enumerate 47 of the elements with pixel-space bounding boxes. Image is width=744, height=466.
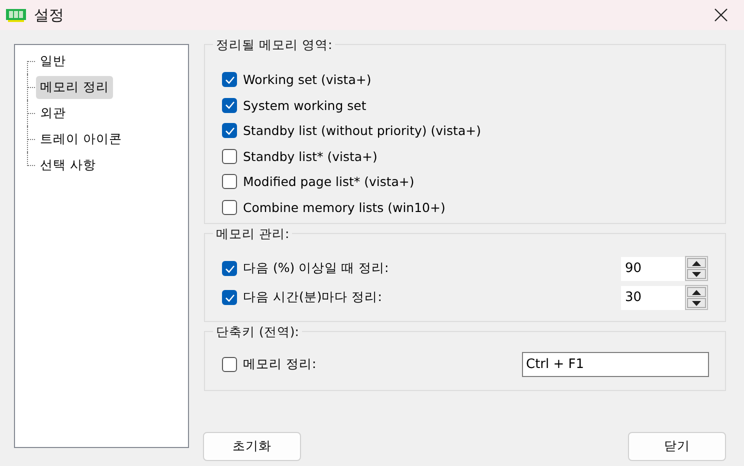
- checkbox-label: Standby list (without priority) (vista+): [243, 123, 481, 138]
- checkbox-label: System working set: [243, 98, 366, 113]
- group-title: 단축키 (전역):: [213, 324, 302, 341]
- check-icon: [224, 264, 234, 272]
- checkbox-label: 메모리 정리:: [243, 356, 316, 374]
- check-icon: [224, 101, 234, 110]
- checkbox-label: Standby list* (vista+): [243, 148, 378, 164]
- reset-button[interactable]: 초기화: [203, 432, 301, 461]
- checkbox[interactable]: [222, 123, 237, 138]
- sidebar-item[interactable]: 선택 사항: [36, 154, 100, 176]
- checkbox[interactable]: [222, 261, 237, 276]
- close-icon: [714, 8, 728, 22]
- sidebar-item[interactable]: 트레이 아이콘: [36, 128, 126, 150]
- checkbox[interactable]: [222, 174, 237, 190]
- checkbox[interactable]: [222, 357, 237, 372]
- up-triangle-icon: [692, 260, 701, 266]
- number-field[interactable]: 30: [621, 286, 685, 310]
- checkbox-label: Combine memory lists (win10+): [243, 200, 446, 215]
- checkbox[interactable]: [222, 200, 237, 215]
- check-icon: [224, 126, 234, 135]
- checkbox-label: 다음 (%) 이상일 때 정리:: [243, 260, 389, 277]
- memory-chip-icon: [6, 8, 26, 22]
- checkbox[interactable]: [222, 148, 237, 164]
- close-dialog-button[interactable]: 닫기: [628, 432, 726, 461]
- spin-up-button[interactable]: [687, 287, 706, 297]
- spin-up-button[interactable]: [687, 258, 706, 268]
- up-triangle-icon: [692, 290, 701, 294]
- spin-down-button[interactable]: [687, 269, 706, 279]
- group-title: 메모리 관리:: [213, 226, 292, 243]
- checkbox-label: Working set (vista+): [243, 72, 372, 88]
- hotkey-field[interactable]: Ctrl + F1: [522, 352, 709, 378]
- sidebar-item[interactable]: 일반: [36, 50, 70, 72]
- group-title: 정리될 메모리 영역:: [213, 37, 336, 54]
- window-title: 설정: [34, 6, 64, 24]
- checkbox[interactable]: [222, 290, 237, 305]
- spin-down-button[interactable]: [687, 298, 706, 308]
- checkbox[interactable]: [222, 98, 237, 113]
- down-triangle-icon: [692, 300, 701, 306]
- sidebar-item[interactable]: 외관: [36, 102, 70, 124]
- check-icon: [224, 294, 234, 302]
- checkbox[interactable]: [222, 72, 237, 88]
- sidebar-item[interactable]: 메모리 정리: [36, 76, 113, 98]
- number-field[interactable]: 90: [621, 256, 685, 280]
- checkbox-label: 다음 시간(분)마다 정리:: [243, 289, 382, 306]
- check-icon: [224, 76, 234, 84]
- down-triangle-icon: [692, 272, 701, 276]
- checkbox-label: Modified page list* (vista+): [243, 174, 414, 190]
